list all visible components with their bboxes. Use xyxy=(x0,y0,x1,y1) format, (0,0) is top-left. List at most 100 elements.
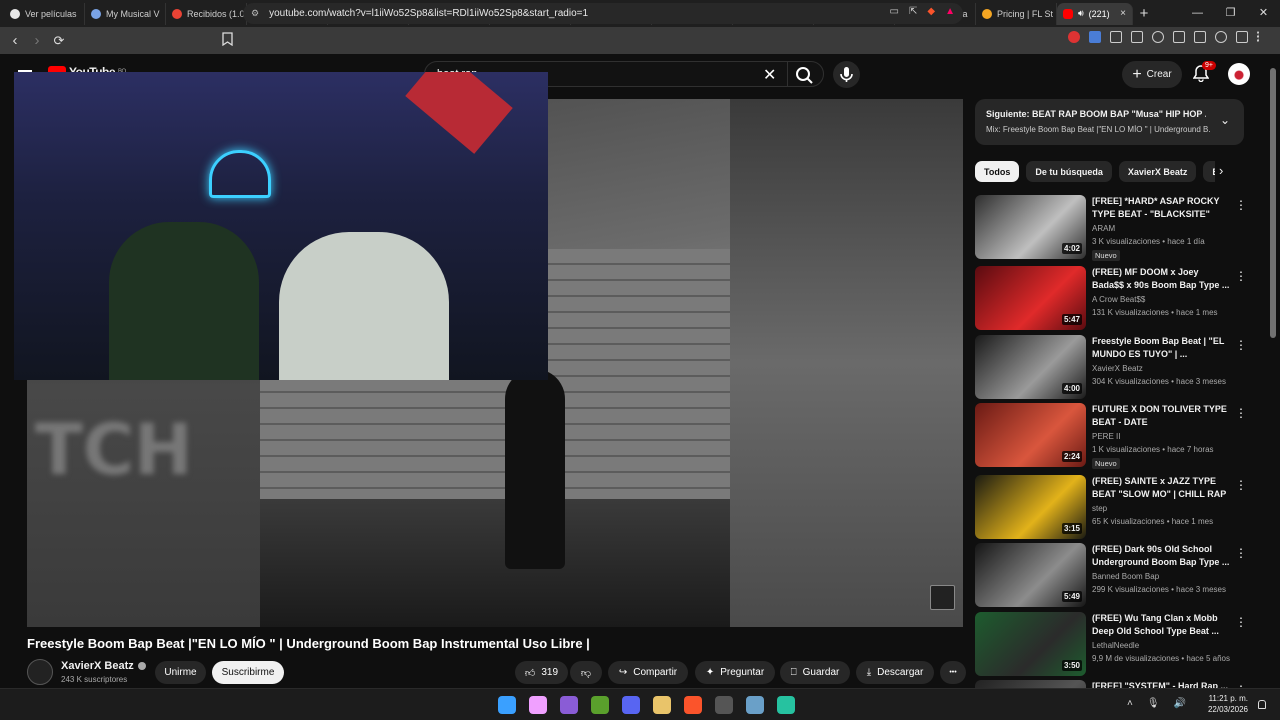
channel-avatar[interactable] xyxy=(27,659,53,685)
recommendation-title[interactable]: FUTURE X DON TOLIVER TYPE BEAT - DATE xyxy=(1092,403,1230,429)
filter-chip[interactable]: Todos xyxy=(975,161,1020,182)
wallet-icon[interactable] xyxy=(1194,31,1206,43)
site-settings-icon[interactable]: ⚙ xyxy=(251,8,259,19)
video-thumbnail[interactable]: 3:15 xyxy=(975,475,1086,539)
video-thumbnail[interactable]: 5:47 xyxy=(975,266,1086,330)
browser-tab[interactable]: My Musical V xyxy=(85,2,166,25)
restore-button[interactable]: ❐ xyxy=(1214,0,1247,27)
video-thumbnail[interactable]: 4:02 xyxy=(975,195,1086,259)
browser-tab[interactable]: Recibidos (1.0 xyxy=(166,2,247,25)
taskbar-app-icon[interactable] xyxy=(653,696,671,714)
minimize-button[interactable]: — xyxy=(1181,0,1214,27)
more-options-icon[interactable]: ⋮ xyxy=(1235,338,1247,352)
create-button[interactable]: + Crear xyxy=(1122,61,1182,88)
music-icon[interactable] xyxy=(1152,31,1164,43)
more-actions-button[interactable]: ••• xyxy=(940,661,966,684)
video-thumbnail[interactable]: 3:50 xyxy=(975,612,1086,676)
sidebar-icon[interactable] xyxy=(1173,31,1185,43)
more-options-icon[interactable]: ⋮ xyxy=(1235,406,1247,420)
recommendation-title[interactable]: (FREE) MF DOOM x Joey Bada$$ x 90s Boom … xyxy=(1092,266,1230,292)
record-extension-icon[interactable] xyxy=(1068,31,1080,43)
search-icon[interactable] xyxy=(793,65,817,85)
chevron-down-icon[interactable]: ⌄ xyxy=(1220,113,1230,127)
taskbar-app-icon[interactable] xyxy=(498,696,516,714)
recommendation-title[interactable]: [FREE] *HARD* ASAP ROCKY TYPE BEAT - "BL… xyxy=(1092,195,1230,221)
menu-icon[interactable] xyxy=(1257,31,1261,43)
recommendation-item[interactable]: 2:24 FUTURE X DON TOLIVER TYPE BEAT - DAT… xyxy=(975,403,1253,469)
recommendation-channel[interactable]: ARAM xyxy=(1092,224,1115,233)
clear-search-icon[interactable]: ✕ xyxy=(763,65,776,85)
browser-tab-active[interactable]: 🔊︎ (221) × xyxy=(1057,2,1133,25)
recommendation-item[interactable]: 5:49 (FREE) Dark 90s Old School Undergrou… xyxy=(975,543,1253,607)
extension-icon[interactable] xyxy=(1131,31,1143,43)
extension-icon[interactable] xyxy=(1089,31,1101,43)
recommendation-title[interactable]: Freestyle Boom Bap Beat | "EL MUNDO ES T… xyxy=(1092,335,1230,361)
recommendation-title[interactable]: (FREE) SAINTE x JAZZ TYPE BEAT "SLOW MO"… xyxy=(1092,475,1230,501)
like-button[interactable]: 👍︎ 319 xyxy=(515,661,568,684)
video-thumbnail[interactable]: 2:24 xyxy=(975,403,1086,467)
back-button[interactable]: ‹ xyxy=(4,32,26,49)
share-button[interactable]: ↪ Compartir xyxy=(608,661,688,684)
brave-shield-icon[interactable]: ◆ xyxy=(927,6,935,17)
address-bar[interactable]: ⚙ youtube.com/watch?v=l1iiWo52Sp8&list=R… xyxy=(243,3,963,24)
taskbar-app-icon[interactable] xyxy=(746,696,764,714)
save-button[interactable]: ⎕ Guardar xyxy=(780,661,850,684)
ai-icon[interactable] xyxy=(1215,31,1227,43)
taskbar-app-icon[interactable] xyxy=(591,696,609,714)
close-window-button[interactable]: ✕ xyxy=(1247,0,1280,27)
channel-name-text[interactable]: XavierX Beatz xyxy=(61,660,134,672)
page-scrollbar[interactable] xyxy=(1270,60,1276,688)
taskbar-app-icon[interactable] xyxy=(777,696,795,714)
recommendation-title[interactable]: (FREE) Wu Tang Clan x Mobb Deep Old Scho… xyxy=(1092,612,1230,638)
tray-icon[interactable]: 🎙 xyxy=(1147,698,1160,709)
more-options-icon[interactable]: ⋮ xyxy=(1235,546,1247,560)
recommendation-item[interactable]: 3:50 (FREE) Wu Tang Clan x Mobb Deep Old … xyxy=(975,612,1253,676)
extension-icon[interactable] xyxy=(1110,31,1122,43)
taskbar-app-icon[interactable] xyxy=(684,696,702,714)
taskbar-app-icon[interactable] xyxy=(560,696,578,714)
tab-close-icon[interactable]: × xyxy=(1120,8,1126,19)
recommendation-channel[interactable]: step xyxy=(1092,504,1107,513)
recommendation-item[interactable]: 5:47 (FREE) MF DOOM x Joey Bada$$ x 90s B… xyxy=(975,266,1253,330)
account-avatar[interactable] xyxy=(1228,63,1250,85)
brave-rewards-icon[interactable]: ▲ xyxy=(945,6,955,17)
more-options-icon[interactable]: ⋮ xyxy=(1235,198,1247,212)
clock[interactable]: 11:21 p. m. 22/03/2026 xyxy=(1200,693,1248,715)
reload-button[interactable]: ⟳ xyxy=(48,33,70,49)
channel-watermark-icon[interactable] xyxy=(930,585,955,610)
notification-bell-icon[interactable] xyxy=(1258,700,1266,709)
video-thumbnail[interactable]: 5:49 xyxy=(975,543,1086,607)
browser-tab[interactable]: Ver películas xyxy=(4,2,85,25)
ask-button[interactable]: ✦ Preguntar xyxy=(695,661,775,684)
filter-chip[interactable]: Boom xyxy=(1203,161,1215,182)
taskbar-app-icon[interactable] xyxy=(622,696,640,714)
filter-chip[interactable]: XavierX Beatz xyxy=(1118,161,1197,182)
vpn-icon[interactable] xyxy=(1236,31,1248,43)
up-next-card[interactable]: Siguiente: BEAT RAP BOOM BAP "Musa" HIP … xyxy=(975,99,1244,145)
bookmark-icon[interactable] xyxy=(222,32,233,46)
new-tab-button[interactable]: + xyxy=(1133,5,1155,22)
voice-search-icon[interactable] xyxy=(833,61,860,88)
video-thumbnail[interactable]: 4:00 xyxy=(975,335,1086,399)
recommendation-channel[interactable]: PERE II xyxy=(1092,432,1120,441)
more-options-icon[interactable]: ⋮ xyxy=(1235,478,1247,492)
recommendation-channel[interactable]: Banned Boom Bap xyxy=(1092,572,1159,581)
recommendation-item[interactable]: 3:15 (FREE) SAINTE x JAZZ TYPE BEAT "SLOW… xyxy=(975,475,1253,539)
chevron-right-icon[interactable]: › xyxy=(1219,163,1223,178)
subscribe-button[interactable]: Suscribirme xyxy=(212,661,284,684)
browser-tab[interactable]: Pricing | FL St xyxy=(976,2,1057,25)
forward-button[interactable]: › xyxy=(26,32,48,49)
join-button[interactable]: Unirme xyxy=(155,661,206,684)
more-options-icon[interactable]: ⋮ xyxy=(1235,615,1247,629)
taskbar-app-icon[interactable] xyxy=(715,696,733,714)
tray-icon[interactable]: 🔊 xyxy=(1174,698,1186,709)
recommendation-channel[interactable]: XavierX Beatz xyxy=(1092,364,1143,373)
recommendation-title[interactable]: (FREE) Dark 90s Old School Underground B… xyxy=(1092,543,1230,569)
more-options-icon[interactable]: ⋮ xyxy=(1235,269,1247,283)
scrollbar-thumb[interactable] xyxy=(1270,68,1276,338)
filter-chip[interactable]: De tu búsqueda xyxy=(1026,161,1112,182)
recommendation-channel[interactable]: A Crow Beat$$ xyxy=(1092,295,1145,304)
recommendation-item[interactable]: 4:00 Freestyle Boom Bap Beat | "EL MUNDO … xyxy=(975,335,1253,399)
recommendation-channel[interactable]: LethalNeedle xyxy=(1092,641,1139,650)
taskbar-app-icon[interactable] xyxy=(529,696,547,714)
